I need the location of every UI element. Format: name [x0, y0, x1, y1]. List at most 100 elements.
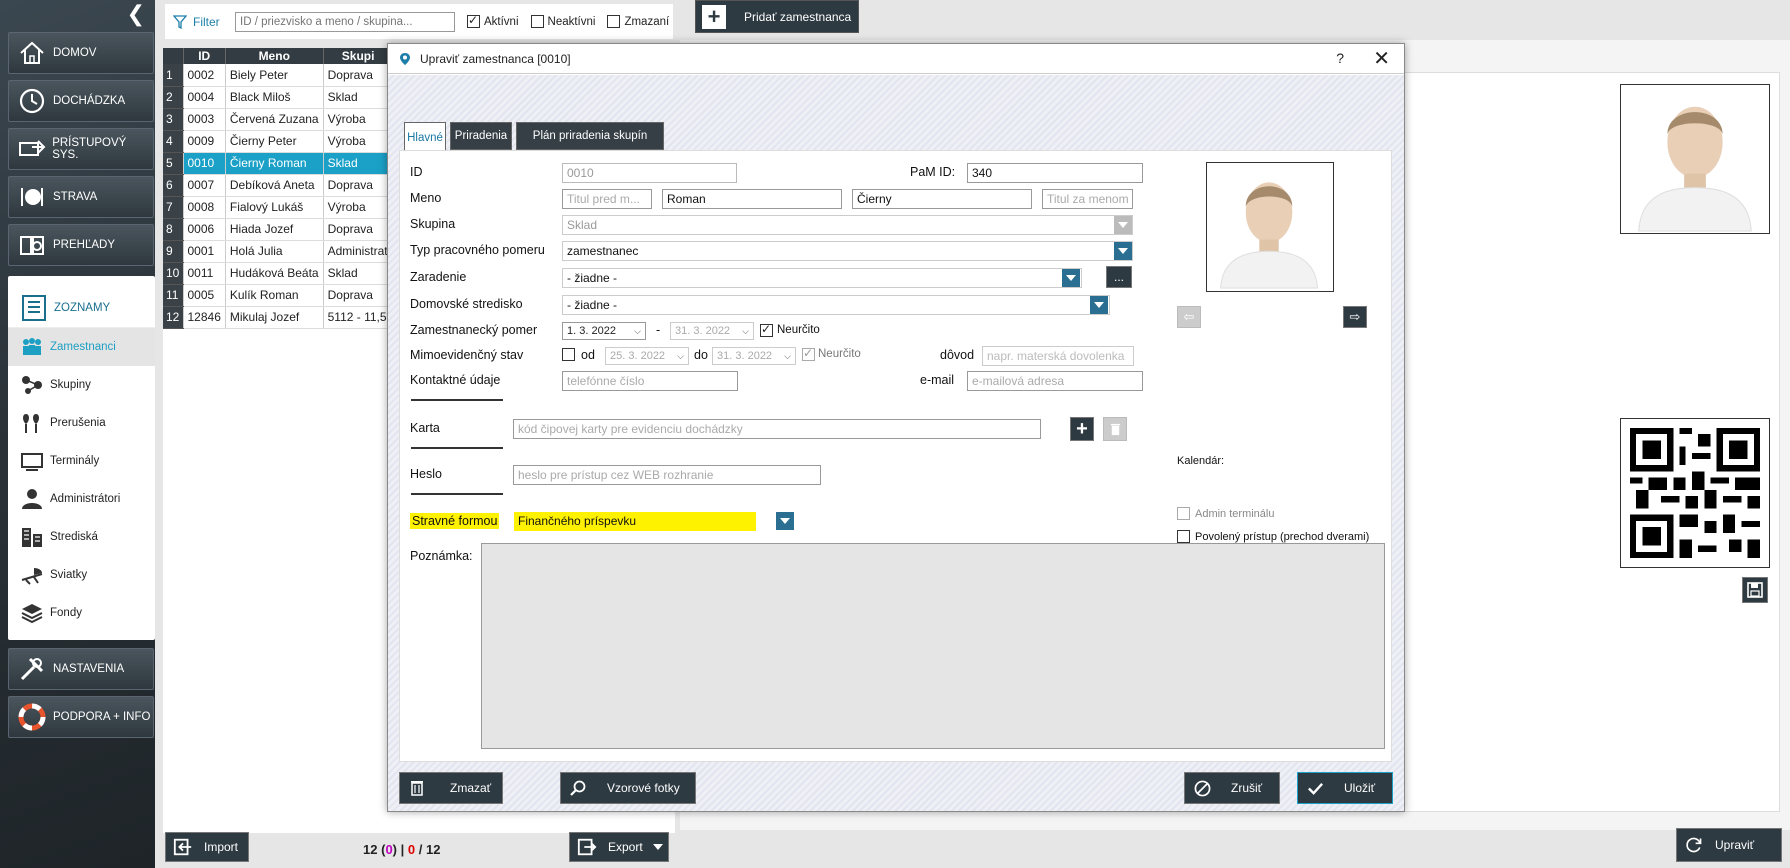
table-row[interactable]: 1 0002 Biely Peter Doprava: [163, 64, 394, 87]
row-number: 12: [163, 306, 184, 329]
table-row[interactable]: 12 12846 Mikulaj Jozef 5112 - 11,5: [163, 306, 394, 329]
mimo-checkbox[interactable]: [562, 348, 575, 361]
table-row[interactable]: 5 0010 Čierny Roman Sklad: [163, 152, 394, 175]
sidebar-item-skupiny[interactable]: Skupiny: [8, 366, 155, 404]
close-icon[interactable]: ✕: [1373, 46, 1390, 71]
poznamka-label: Poznámka:: [410, 549, 473, 563]
row-number: 2: [163, 86, 184, 109]
sidebar-item-strediska[interactable]: Strediská: [8, 518, 155, 556]
employee-photo-small[interactable]: [1206, 162, 1334, 292]
sidebar-item-administratori[interactable]: Administrátori: [8, 480, 155, 518]
phone-field[interactable]: telefónne číslo: [562, 371, 738, 391]
save-photo-button[interactable]: [1742, 577, 1768, 603]
location-pin-icon: [400, 52, 410, 65]
help-icon[interactable]: ?: [1336, 50, 1344, 66]
export-icon: [576, 836, 598, 858]
typ-select[interactable]: zamestnanec: [562, 241, 1133, 261]
zaradenie-dropdown-icon[interactable]: [1062, 269, 1080, 287]
employee-form: ID 0010 PaM ID: 340 Meno Titul pred m...…: [399, 150, 1392, 762]
sidebar-item-prerusenia[interactable]: Prerušenia: [8, 404, 155, 442]
last-name-field[interactable]: Čierny: [852, 189, 1032, 209]
sample-photos-button[interactable]: Vzorové fotky: [560, 772, 696, 804]
nav-podpora[interactable]: PODPORA + INFO: [8, 696, 154, 738]
email-field[interactable]: e-mailová adresa: [967, 371, 1143, 391]
add-card-button[interactable]: +: [1070, 417, 1094, 441]
arrow-right-icon: ⇨: [1349, 309, 1361, 324]
nav-pristupovy[interactable]: PRÍSTUPOVÝ SYS.: [8, 128, 154, 170]
sidebar-item-sviatky[interactable]: Sviatky: [8, 556, 155, 594]
cancel-button[interactable]: Zrušiť: [1184, 772, 1280, 804]
upravit-button[interactable]: Upraviť: [1676, 828, 1782, 862]
column-header-id[interactable]: ID: [183, 48, 226, 64]
table-row[interactable]: 9 0001 Holá Julia Administrat: [163, 240, 394, 263]
heslo-field[interactable]: heslo pre prístup cez WEB rozhranie: [513, 465, 821, 485]
add-employee-button[interactable]: + Pridať zamestnanca: [695, 0, 859, 33]
tab-priradenia[interactable]: Priradenia: [450, 122, 512, 150]
tab-hlavne[interactable]: Hlavné: [404, 122, 446, 152]
nav-strava[interactable]: STRAVA: [8, 176, 154, 218]
stredisko-select[interactable]: - žiadne -: [562, 295, 1110, 315]
titul-pred-field[interactable]: Titul pred m...: [562, 189, 652, 209]
zoznamy-header[interactable]: ZOZNAMY: [8, 288, 155, 328]
karta-field[interactable]: kód čipovej karty pre evidenciu dochádzk…: [513, 419, 1041, 439]
export-button[interactable]: Export: [569, 832, 669, 862]
filter-neaktivni[interactable]: Neaktívni: [530, 15, 595, 28]
poznamka-textarea[interactable]: [481, 543, 1385, 749]
pam-id-field[interactable]: 340: [967, 163, 1143, 183]
pomer-od-date[interactable]: 1. 3. 2022 ⌵: [562, 322, 646, 340]
column-header-skupina[interactable]: Skupi: [323, 48, 394, 64]
first-name-field[interactable]: Roman: [662, 189, 842, 209]
aktivni-checkbox[interactable]: [467, 13, 480, 28]
filter-toggle[interactable]: Filter: [173, 15, 235, 29]
column-header-meno[interactable]: Meno: [225, 48, 324, 64]
groups-icon: [20, 374, 44, 396]
sidebar-item-terminaly[interactable]: Terminály: [8, 442, 155, 480]
nav-domov[interactable]: DOMOV: [8, 32, 154, 74]
neurcito-checkbox[interactable]: [760, 322, 773, 337]
id-field: 0010: [562, 163, 737, 183]
collapse-sidebar-icon[interactable]: ❮: [127, 3, 145, 25]
plate-icon: [17, 182, 47, 212]
pam-label: PaM ID:: [910, 165, 956, 179]
strava-select[interactable]: Finančného príspevku: [513, 511, 757, 532]
table-row[interactable]: 3 0003 Červená Zuzana Výroba: [163, 108, 394, 131]
table-row[interactable]: 2 0004 Black Miloš Sklad: [163, 86, 394, 109]
neaktivni-checkbox[interactable]: [530, 15, 544, 28]
search-input[interactable]: [235, 11, 455, 32]
nav-prehlady[interactable]: PREHĽADY: [8, 224, 154, 266]
zmazani-checkbox[interactable]: [607, 15, 621, 28]
stredisko-dropdown-icon[interactable]: [1090, 296, 1108, 314]
cell-group: Sklad: [323, 152, 394, 175]
meno-label: Meno: [410, 191, 442, 205]
karta-label: Karta: [410, 421, 440, 435]
typ-dropdown-icon[interactable]: [1114, 242, 1132, 260]
export-dropdown-icon[interactable]: [652, 844, 663, 850]
strava-dropdown-icon[interactable]: [776, 512, 794, 530]
sidebar-item-zamestnanci[interactable]: Zamestnanci: [8, 328, 155, 366]
table-row[interactable]: 11 0005 Kulík Roman Doprava: [163, 284, 394, 307]
table-row[interactable]: 10 0011 Hudáková Beáta Sklad: [163, 262, 394, 285]
filter-zmazani[interactable]: Zmazaní: [607, 15, 669, 28]
save-button[interactable]: Uložiť: [1297, 772, 1393, 804]
chevron-down-icon: ⌵: [742, 325, 749, 336]
import-button[interactable]: Import: [165, 832, 249, 862]
nav-dochadzka[interactable]: DOCHÁDZKA: [8, 80, 154, 122]
table-row[interactable]: 4 0009 Čierny Peter Výroba: [163, 130, 394, 153]
mimo-od-date: 25. 3. 2022 ⌵: [605, 347, 689, 365]
nav-nastavenia[interactable]: NASTAVENIA: [8, 648, 154, 690]
titul-za-field[interactable]: Titul za menom: [1042, 189, 1133, 209]
sidebar-item-fondy[interactable]: Fondy: [8, 594, 155, 632]
zaradenie-select[interactable]: - žiadne -: [562, 268, 1082, 288]
cell-id: 0011: [183, 262, 226, 285]
filter-aktivni[interactable]: Aktívni: [467, 13, 519, 28]
table-row[interactable]: 7 0008 Fialový Lukáš Výroba: [163, 196, 394, 219]
edit-employee-dialog: Upraviť zamestnanca [0010] ? ✕ Hlavné Pr…: [387, 43, 1405, 812]
povoleny-pristup-checkbox[interactable]: [1177, 530, 1190, 543]
tab-plan-priradenia[interactable]: Plán priradenia skupín: [516, 122, 664, 150]
delete-button[interactable]: Zmazať: [399, 772, 503, 804]
next-photo-button[interactable]: ⇨: [1343, 306, 1367, 328]
table-row[interactable]: 6 0007 Debíková Aneta Doprava: [163, 174, 394, 197]
zaradenie-more-button[interactable]: ...: [1106, 266, 1132, 288]
table-row[interactable]: 8 0006 Hiada Jozef Doprava: [163, 218, 394, 241]
cell-group: Sklad: [323, 262, 394, 285]
